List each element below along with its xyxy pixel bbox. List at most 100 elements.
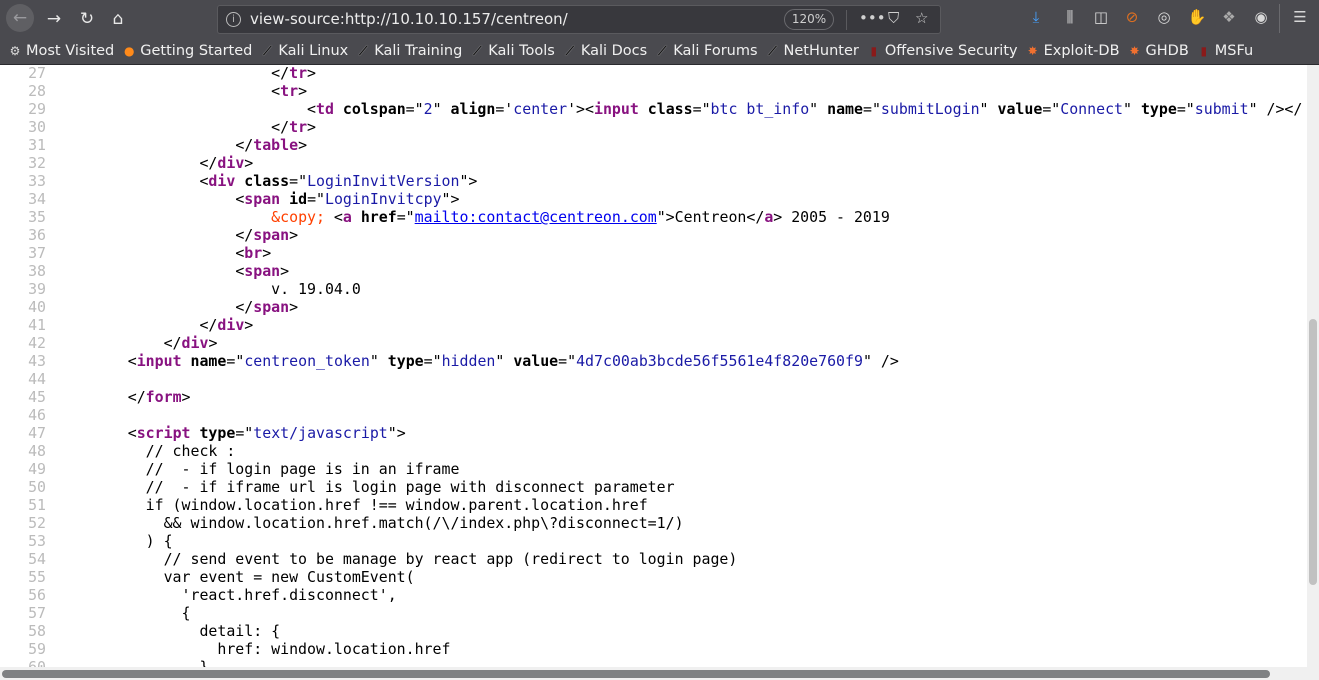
back-arrow-icon[interactable]: ← [6, 4, 34, 32]
attribute-value: LoginInvitcpy [325, 190, 442, 208]
markup-punctuation: </ [127, 388, 146, 406]
account-icon[interactable]: ◉ [1251, 8, 1271, 26]
markup-punctuation: > [289, 226, 299, 244]
tag-name: table [253, 136, 299, 154]
line-number: 53 [28, 532, 46, 550]
home-icon[interactable]: ⌂ [106, 7, 130, 31]
source-text: && window.location.href.match(/\/index.p… [56, 514, 684, 532]
source-text: } [56, 658, 209, 667]
source-text: { [56, 604, 191, 622]
exploitdb-bug-icon: ✸ [1027, 44, 1038, 58]
markup-punctuation: " [809, 100, 828, 118]
line-code: // - if login page is in an iframe [56, 460, 460, 478]
source-text [56, 226, 235, 244]
reload-icon[interactable]: ↻ [75, 7, 99, 31]
bookmark-item[interactable]: ⟋ Kali Training [356, 37, 463, 64]
bookmark-label: Kali Forums [673, 43, 758, 59]
attribute-name: id [289, 190, 308, 208]
gear-icon: ⚙ [9, 44, 21, 58]
line-code: </tr> [56, 65, 316, 82]
line-number: 35 [28, 208, 46, 226]
vertical-scroll-thumb[interactable] [1309, 319, 1317, 585]
bookmark-item[interactable]: ⟋ Kali Tools [470, 37, 555, 64]
address-bar[interactable]: i view-source:http://10.10.10.157/centre… [217, 5, 941, 34]
download-icon[interactable]: ⤓ [1026, 8, 1046, 26]
source-text: href: window.location.href [56, 640, 451, 658]
url-text[interactable]: view-source:http://10.10.10.157/centreon… [250, 10, 568, 28]
line-number: 59 [28, 640, 46, 658]
markup-punctuation: =" [396, 208, 415, 226]
pocket-icon[interactable]: ⛉ [888, 9, 899, 27]
source-text [56, 262, 235, 280]
tag-name: div [217, 154, 245, 172]
line-code: </div> [56, 154, 253, 172]
line-code: </form> [56, 388, 191, 406]
kali-dragon-icon: ⟋ [473, 44, 482, 58]
zoom-level-button[interactable]: 120% [784, 9, 834, 30]
kali-dragon-icon: ⟋ [359, 44, 368, 58]
source-text [56, 118, 271, 136]
bookmark-item[interactable]: ⚙ Most Visited [8, 37, 115, 64]
more-actions-icon[interactable]: ••• [859, 9, 886, 27]
line-number: 54 [28, 550, 46, 568]
forward-arrow-icon[interactable]: → [42, 7, 66, 31]
foxyproxy-icon[interactable]: ◎ [1154, 8, 1174, 26]
markup-punctuation: =" [235, 424, 254, 442]
link[interactable]: mailto:contact@centreon.com [415, 208, 657, 226]
bookmark-item[interactable]: ✸ Exploit-DB [1026, 37, 1120, 64]
horizontal-scrollbar[interactable] [0, 667, 1319, 680]
library-icon[interactable]: ⫼ [1060, 8, 1080, 26]
line-number: 41 [28, 316, 46, 334]
source-text: detail: { [56, 622, 281, 640]
markup-punctuation: =' [495, 100, 514, 118]
markup-punctuation: " /></ [1248, 100, 1303, 118]
markup-punctuation [235, 172, 244, 190]
bookmark-item[interactable]: ▮ MSFu [1197, 37, 1253, 64]
bookmark-item[interactable]: ⟋ Kali Forums [655, 37, 758, 64]
bookmark-item[interactable]: ▮ Offensive Security [867, 37, 1018, 64]
hand-icon[interactable]: ✋ [1187, 8, 1207, 26]
tag-name: input [136, 352, 182, 370]
extension-icon[interactable]: ❖ [1219, 8, 1239, 26]
markup-punctuation: =" [226, 352, 245, 370]
bookmark-item[interactable]: ⟋ NetHunter [766, 37, 859, 64]
markup-punctuation [182, 352, 191, 370]
bookmark-item[interactable]: ✸ GHDB [1128, 37, 1188, 64]
bookmark-label: NetHunter [783, 43, 859, 59]
line-code: href: window.location.href [56, 640, 450, 658]
bookmark-label: Kali Training [374, 43, 463, 59]
markup-punctuation: " /> [862, 352, 899, 370]
info-icon[interactable]: i [226, 12, 241, 27]
horizontal-scroll-thumb[interactable] [2, 670, 1270, 678]
sidebar-icon[interactable]: ◫ [1091, 8, 1111, 26]
line-code: ) { [56, 532, 173, 550]
bookmark-item[interactable]: ● Getting Started [122, 37, 252, 64]
vertical-scrollbar[interactable] [1307, 65, 1319, 667]
source-text: // send event to be manage by react app … [56, 550, 738, 568]
menu-icon[interactable]: ☰ [1290, 8, 1310, 26]
bookmark-item[interactable]: ⟋ Kali Linux [260, 37, 348, 64]
bookmark-star-icon[interactable]: ☆ [915, 9, 928, 27]
attribute-name: type [387, 352, 424, 370]
bookmark-item[interactable]: ⟋ Kali Docs [563, 37, 648, 64]
line-number: 57 [28, 604, 46, 622]
line-number: 50 [28, 478, 46, 496]
noscript-icon[interactable]: ⊘ [1122, 8, 1142, 26]
line-number: 37 [28, 244, 46, 262]
line-code: } [56, 658, 208, 667]
line-code: &copy; <a href="mailto:contact@centreon.… [56, 208, 890, 226]
tag-name: tr [289, 118, 308, 136]
line-number: 39 [28, 280, 46, 298]
line-number: 36 [28, 226, 46, 244]
markup-punctuation: ">Centreon</ [656, 208, 765, 226]
line-code: detail: { [56, 622, 280, 640]
line-code: if (window.location.href !== window.pare… [56, 496, 648, 514]
tag-name: span [244, 190, 281, 208]
markup-punctuation: </ [235, 226, 254, 244]
markup-punctuation: </ [199, 316, 218, 334]
line-code: 'react.href.disconnect', [56, 586, 397, 604]
markup-punctuation: "> [387, 424, 406, 442]
source-text [56, 352, 128, 370]
markup-punctuation: > [244, 154, 254, 172]
line-number: 44 [28, 370, 46, 388]
